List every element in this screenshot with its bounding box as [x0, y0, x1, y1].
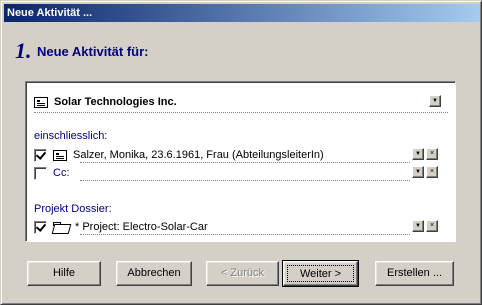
cc-dropdown-button[interactable]: ▼	[412, 166, 424, 178]
divider	[80, 234, 410, 235]
help-button[interactable]: Hilfe	[27, 261, 101, 286]
cc-remove-button[interactable]: ×	[426, 166, 438, 178]
step-number: 1.	[15, 38, 32, 63]
chevron-down-icon: ▼	[415, 151, 421, 157]
project-remove-button[interactable]: ×	[426, 220, 438, 232]
dossier-label: Projekt Dossier:	[34, 203, 112, 215]
close-icon: ×	[429, 150, 435, 157]
chevron-down-icon: ▼	[415, 169, 421, 175]
business-card-icon	[34, 96, 48, 108]
contact-text: Salzer, Monika, 23.6.1961, Frau (Abteilu…	[73, 149, 324, 161]
business-card-icon	[53, 149, 67, 161]
divider	[34, 112, 448, 113]
contact-row[interactable]: Salzer, Monika, 23.6.1961, Frau (Abteilu…	[34, 147, 324, 163]
project-text: * Project: Electro-Solar-Car	[75, 221, 208, 233]
back-button[interactable]: < Zurück	[206, 261, 279, 286]
project-checkbox[interactable]	[34, 220, 47, 234]
next-button-label: Weiter >	[287, 265, 354, 282]
folder-icon	[53, 221, 69, 233]
project-dropdown-button[interactable]: ▼	[412, 220, 424, 232]
divider	[80, 162, 410, 163]
selection-panel: Solar Technologies Inc. ▼ einschliesslic…	[25, 81, 456, 242]
close-icon: ×	[429, 222, 435, 229]
company-dropdown-button[interactable]: ▼	[429, 95, 441, 107]
contact-dropdown-button[interactable]: ▼	[412, 148, 424, 160]
close-icon: ×	[429, 168, 435, 175]
contact-checkbox[interactable]	[34, 148, 47, 162]
chevron-down-icon: ▼	[415, 223, 421, 229]
divider	[80, 180, 410, 181]
page-heading: Neue Aktivität für:	[37, 44, 149, 59]
project-row[interactable]: * Project: Electro-Solar-Car	[34, 219, 208, 235]
create-button[interactable]: Erstellen ...	[375, 261, 454, 286]
cancel-button[interactable]: Abbrechen	[116, 261, 192, 286]
contact-remove-button[interactable]: ×	[426, 148, 438, 160]
cc-row[interactable]: Cc:	[34, 165, 70, 181]
title-bar: Neue Aktivität ...	[4, 4, 480, 22]
chevron-down-icon: ▼	[432, 98, 438, 104]
window-title: Neue Aktivität ...	[7, 7, 93, 19]
cc-checkbox[interactable]	[34, 166, 47, 180]
company-row[interactable]: Solar Technologies Inc.	[34, 94, 177, 110]
dialog-window: Neue Aktivität ... 1. Neue Aktivität für…	[0, 0, 482, 305]
cc-label: Cc:	[53, 167, 70, 179]
next-button[interactable]: Weiter >	[282, 260, 359, 287]
company-name: Solar Technologies Inc.	[54, 96, 177, 108]
inclusive-label: einschliesslich:	[34, 130, 108, 142]
